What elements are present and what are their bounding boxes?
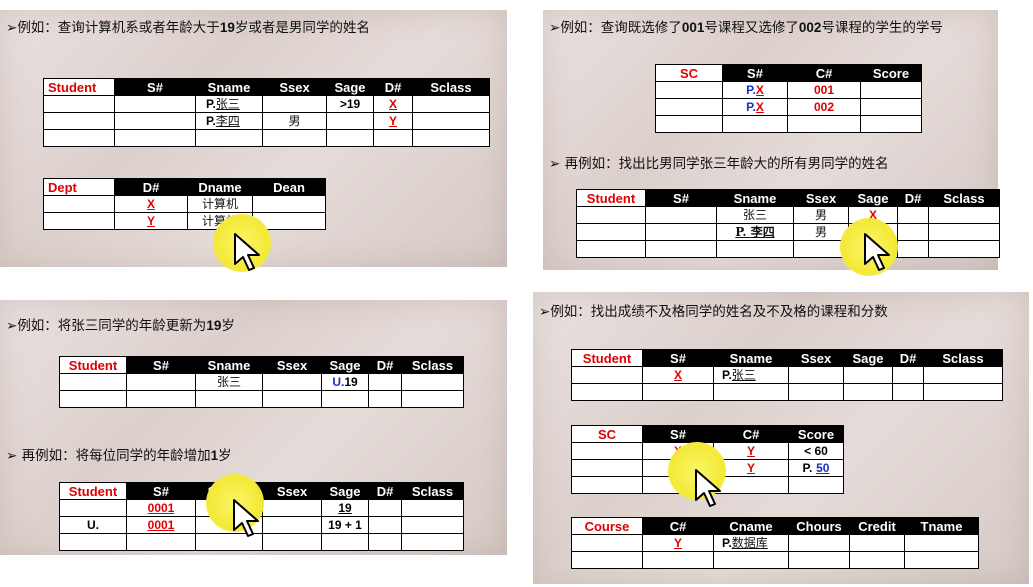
table-row [655, 115, 922, 133]
bullet-icon: ➢ [6, 318, 18, 334]
mouse-pointer-icon [695, 469, 721, 507]
table-name: SC [571, 425, 643, 443]
student-table: Student S# Sname Ssex Sage D# Sclass 张三 … [576, 189, 1000, 258]
table-row [43, 129, 490, 147]
mouse-pointer-icon [864, 233, 890, 271]
table-row: 张三 U.19 [59, 373, 464, 391]
table-name: Student [571, 349, 643, 367]
slide-panel-3: ➢例如：将张三同学的年龄更新为19岁 Student S# Sname Ssex… [0, 300, 507, 555]
bullet-icon: ➢ [6, 448, 18, 464]
table-name: SC [655, 64, 723, 82]
student-table: Student S# Sname Ssex Sage D# Sclass 张三 … [59, 356, 464, 408]
bullet-icon: ➢ [549, 20, 561, 36]
student-table: Student S# Sname Ssex Sage D# Sclass P.张… [43, 78, 490, 147]
table-row [571, 383, 1003, 401]
table-row: P.张三 >19 X [43, 95, 490, 113]
course-table: Course C# Cname Chours Credit Tname Y P.… [571, 517, 979, 569]
table-row: Y P.数据库 [571, 534, 979, 552]
table-row [576, 240, 1000, 258]
bullet-icon: ➢ [549, 156, 561, 172]
table-row: P. 李四 男 > X [576, 223, 1000, 241]
table-name: Student [43, 78, 115, 96]
table-row: Y 计算机 [43, 212, 326, 230]
bullet-icon: ➢ [6, 20, 18, 36]
panel-2-heading: ➢例如：查询既选修了001号课程又选修了002号课程的学生的学号 [549, 20, 943, 36]
table-name: Student [59, 482, 127, 500]
table-name: Student [576, 189, 646, 207]
table-row: X 计算机 [43, 195, 326, 213]
table-row: 张三 男 X [576, 206, 1000, 224]
table-name: Student [59, 356, 127, 374]
table-row [59, 390, 464, 408]
panel-4-heading: ➢例如：找出成绩不及格同学的姓名及不及格的课程和分数 [539, 304, 888, 320]
table-row: P.X 002 [655, 98, 922, 116]
slide-panel-4: ➢例如：找出成绩不及格同学的姓名及不及格的课程和分数 Student S# Sn… [533, 292, 1029, 584]
sc-table: SC S# C# Score P.X 001 P.X 002 [655, 64, 922, 133]
mouse-pointer-icon [233, 499, 259, 537]
bullet-icon: ➢ [539, 304, 551, 320]
table-row: P.李四 男 Y [43, 112, 490, 130]
table-row [571, 551, 979, 569]
student-table: Student S# Sname Ssex Sage D# Sclass X P… [571, 349, 1003, 401]
table-name: Dept [43, 178, 115, 196]
mouse-pointer-icon [234, 233, 260, 271]
slide-panel-1: ➢例如：查询计算机系或者年龄大于19岁或者是男同学的姓名 Student S# … [0, 10, 507, 272]
slide-panel-2: ➢例如：查询既选修了001号课程又选修了002号课程的学生的学号 SC S# C… [543, 10, 1000, 276]
table-name: Course [571, 517, 643, 535]
table-row: X P.张三 [571, 366, 1003, 384]
panel-3-subheading: ➢ 再例如：将每位同学的年龄增加1岁 [6, 448, 232, 464]
panel-1-heading: ➢例如：查询计算机系或者年龄大于19岁或者是男同学的姓名 [6, 20, 370, 36]
table-row: P.X 001 [655, 81, 922, 99]
dept-table: Dept D# Dname Dean X 计算机 Y 计算机 [43, 178, 326, 230]
panel-2-subheading: ➢ 再例如：找出比男同学张三年龄大的所有男同学的姓名 [549, 156, 889, 172]
panel-3-heading: ➢例如：将张三同学的年龄更新为19岁 [6, 318, 235, 334]
